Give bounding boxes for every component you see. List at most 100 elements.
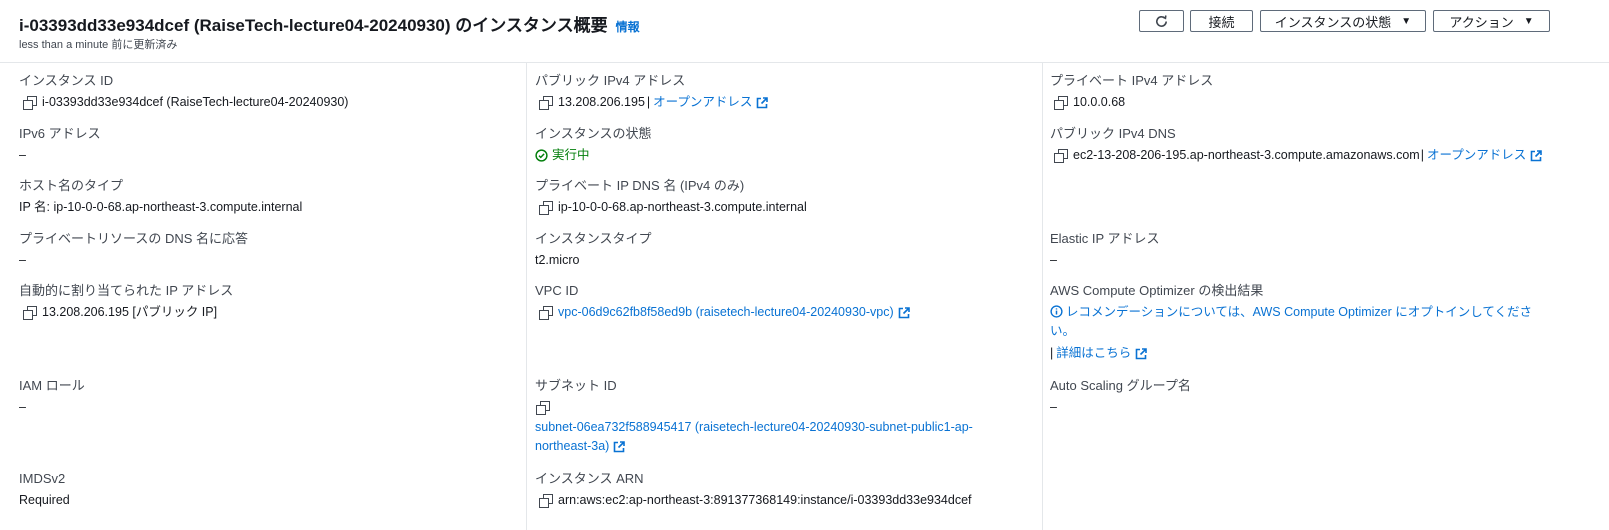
field-label: IPv6 アドレス: [19, 126, 101, 141]
field-value: –: [19, 148, 26, 162]
instance-arn-value: arn:aws:ec2:ap-northeast-3:891377368149:…: [558, 493, 972, 507]
field-iam-role: IAM ロール –: [19, 377, 85, 417]
field-value: –: [19, 253, 26, 267]
field-hostname-type: ホスト名のタイプ IP 名: ip-10-0-0-68.ap-northeast…: [19, 177, 302, 217]
copy-icon[interactable]: [539, 201, 553, 215]
copy-icon[interactable]: [539, 306, 553, 320]
subnet-id-link-line2[interactable]: northeast-3a): [535, 439, 609, 453]
title-row: i-03393dd33e934dcef (RaiseTech-lecture04…: [19, 11, 640, 36]
field-label: インスタンスの状態: [535, 126, 652, 141]
copy-icon[interactable]: [539, 494, 553, 508]
field-instance-state: インスタンスの状態 実行中: [535, 125, 651, 165]
vpc-id-link[interactable]: vpc-06d9c62fb8f58ed9b (raisetech-lecture…: [558, 303, 894, 322]
field-value: ip-10-0-0-68.ap-northeast-3.compute.inte…: [535, 198, 807, 217]
field-value: 13.208.206.195 | オープンアドレス: [535, 93, 768, 112]
field-imdsv2: IMDSv2 Required: [19, 470, 70, 510]
field-value: –: [19, 400, 26, 414]
optimizer-link-line1[interactable]: レコメンデーションについては、AWS Compute Optimizer にオプ…: [1066, 305, 1532, 319]
refresh-icon: [1156, 14, 1167, 27]
copy-icon[interactable]: [539, 96, 553, 110]
field-label: VPC ID: [535, 283, 579, 298]
field-label: ホスト名のタイプ: [19, 178, 124, 193]
external-link-icon[interactable]: [756, 97, 768, 109]
page-title: i-03393dd33e934dcef (RaiseTech-lecture04…: [19, 16, 608, 35]
field-instance-id: インスタンス ID i-03393dd33e934dcef (RaiseTech…: [19, 72, 348, 112]
field-auto-ip: 自動的に割り当てられた IP アドレス 13.208.206.195 [パブリッ…: [19, 282, 233, 322]
field-label: プライベートリソースの DNS 名に応答: [19, 231, 249, 246]
field-label: サブネット ID: [535, 378, 617, 393]
connect-button[interactable]: 接続: [1190, 10, 1253, 32]
field-value: vpc-06d9c62fb8f58ed9b (raisetech-lecture…: [535, 303, 910, 322]
field-value: arn:aws:ec2:ap-northeast-3:891377368149:…: [535, 491, 972, 510]
instance-state-button-label: インスタンスの状態: [1274, 14, 1392, 30]
field-label: インスタンスタイプ: [535, 231, 652, 246]
external-link-icon[interactable]: [1530, 150, 1542, 162]
public-ipv4-value: 13.208.206.195: [558, 95, 645, 109]
field-private-ip-dns: プライベート IP DNS 名 (IPv4 のみ) ip-10-0-0-68.a…: [535, 177, 807, 217]
status-running-icon: [535, 149, 548, 162]
field-value: ec2-13-208-206-195.ap-northeast-3.comput…: [1050, 146, 1542, 165]
field-label: パブリック IPv4 アドレス: [535, 73, 686, 88]
field-value: i-03393dd33e934dcef (RaiseTech-lecture04…: [19, 93, 348, 112]
auto-ip-value: 13.208.206.195 [パブリック IP]: [42, 305, 218, 319]
copy-icon[interactable]: [23, 306, 37, 320]
refresh-button[interactable]: [1139, 10, 1184, 32]
subnet-id-line2: northeast-3a): [535, 437, 973, 456]
subnet-id-link-line1[interactable]: subnet-06ea732f588945417 (raisetech-lect…: [535, 418, 973, 437]
field-private-ipv4: プライベート IPv4 アドレス 10.0.0.68: [1050, 72, 1213, 112]
copy-icon[interactable]: [1054, 96, 1068, 110]
optimizer-opt-in-link[interactable]: レコメンデーションについては、AWS Compute Optimizer にオプ…: [1050, 303, 1532, 322]
field-label: Auto Scaling グループ名: [1050, 378, 1191, 393]
actions-button[interactable]: アクション ▼: [1433, 10, 1550, 32]
info-circle-icon: [1050, 305, 1063, 318]
field-instance-arn: インスタンス ARN arn:aws:ec2:ap-northeast-3:89…: [535, 470, 972, 510]
field-private-dns-answer: プライベートリソースの DNS 名に応答 –: [19, 230, 248, 270]
field-label: プライベート IPv4 アドレス: [1050, 73, 1214, 88]
info-link[interactable]: 情報: [616, 18, 640, 35]
open-address-link[interactable]: オープンアドレス: [653, 93, 752, 112]
field-label: IAM ロール: [19, 378, 85, 393]
public-dns-value: ec2-13-208-206-195.ap-northeast-3.comput…: [1073, 148, 1420, 162]
field-value: 13.208.206.195 [パブリック IP]: [19, 303, 233, 322]
optimizer-link-line2[interactable]: い。: [1050, 322, 1532, 341]
instance-state-value: 実行中: [552, 148, 590, 162]
copy-icon[interactable]: [1054, 149, 1068, 163]
field-value: –: [1050, 253, 1057, 267]
connect-button-label: 接続: [1208, 14, 1235, 30]
external-link-icon[interactable]: [1135, 348, 1147, 360]
copy-icon[interactable]: [536, 401, 550, 415]
private-ipv4-value: 10.0.0.68: [1073, 95, 1126, 109]
copy-icon[interactable]: [23, 96, 37, 110]
field-ipv6: IPv6 アドレス –: [19, 125, 101, 165]
field-label: AWS Compute Optimizer の検出結果: [1050, 283, 1264, 298]
instance-state-button[interactable]: インスタンスの状態 ▼: [1260, 10, 1426, 32]
external-link-icon[interactable]: [613, 441, 625, 453]
separator: |: [1050, 346, 1054, 360]
learn-more-link[interactable]: 詳細はこちら: [1056, 346, 1131, 360]
field-label: プライベート IP DNS 名 (IPv4 のみ): [535, 178, 745, 193]
page-header: i-03393dd33e934dcef (RaiseTech-lecture04…: [0, 0, 1609, 63]
instance-id-value: i-03393dd33e934dcef (RaiseTech-lecture04…: [42, 95, 349, 109]
status-badge: 実行中: [535, 146, 651, 165]
field-subnet-id: サブネット ID subnet-06ea732f588945417 (raise…: [535, 377, 973, 456]
field-instance-type: インスタンスタイプ t2.micro: [535, 230, 651, 270]
actions-button-label: アクション: [1449, 14, 1514, 30]
last-updated-text: less than a minute 前に更新済み: [19, 39, 178, 51]
private-ip-dns-value: ip-10-0-0-68.ap-northeast-3.compute.inte…: [558, 200, 807, 214]
external-link-icon[interactable]: [898, 307, 910, 319]
field-value: 10.0.0.68: [1050, 93, 1213, 112]
caret-down-icon: ▼: [1523, 15, 1534, 27]
field-elastic-ip: Elastic IP アドレス –: [1050, 230, 1160, 270]
field-label: インスタンス ID: [19, 73, 114, 88]
column-divider: [526, 62, 527, 530]
field-value: レコメンデーションについては、AWS Compute Optimizer にオプ…: [1050, 303, 1532, 363]
separator: |: [646, 95, 651, 109]
separator: |: [1420, 148, 1424, 162]
field-label: パブリック IPv4 DNS: [1050, 126, 1176, 141]
field-value: Required: [19, 493, 70, 507]
field-label: インスタンス ARN: [535, 471, 644, 486]
open-address-link[interactable]: オープンアドレス: [1427, 146, 1526, 165]
field-auto-scaling-group: Auto Scaling グループ名 –: [1050, 377, 1191, 417]
field-public-ipv4: パブリック IPv4 アドレス 13.208.206.195 | オープンアドレ…: [535, 72, 768, 112]
field-label: IMDSv2: [19, 471, 66, 486]
